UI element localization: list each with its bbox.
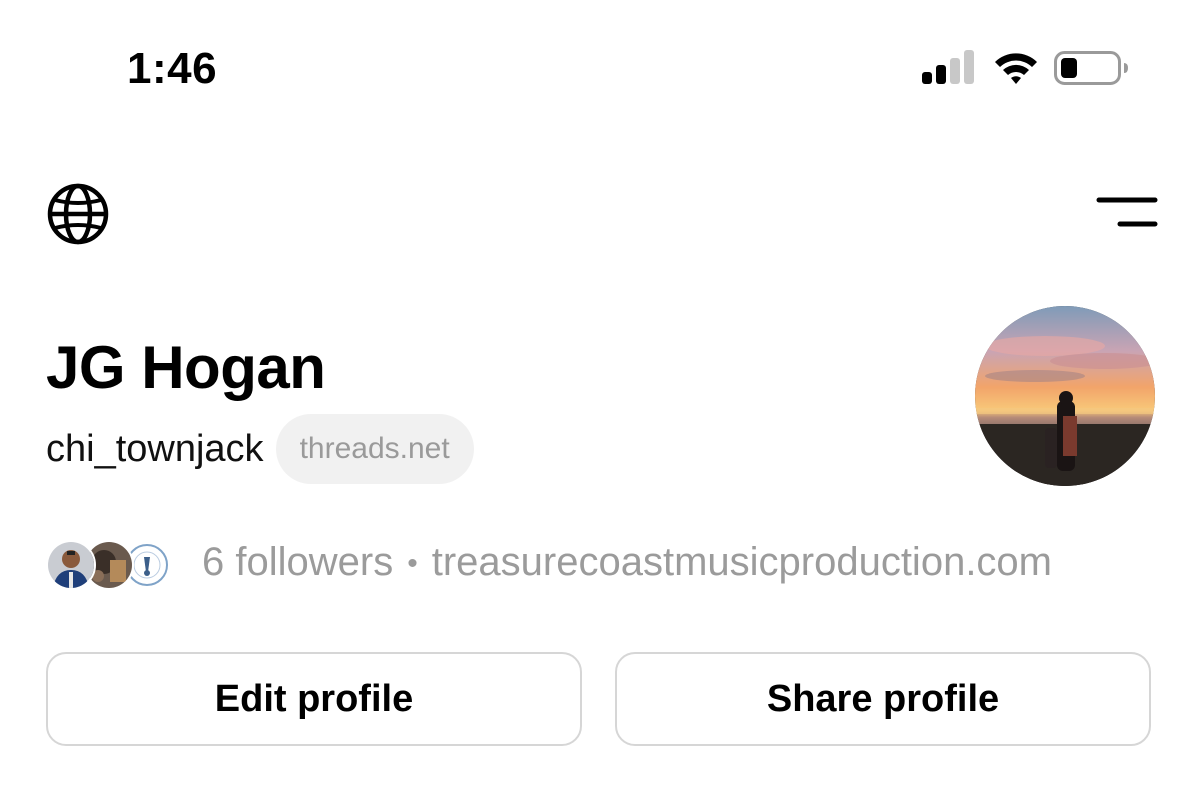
cellular-signal-icon <box>922 50 978 86</box>
share-profile-button[interactable]: Share profile <box>615 652 1151 746</box>
profile-handle-row: chi_townjack threads.net <box>46 414 474 484</box>
menu-icon[interactable] <box>1096 195 1158 229</box>
globe-icon[interactable] <box>46 182 110 246</box>
battery-icon <box>1054 50 1130 86</box>
profile-name: JG Hogan <box>46 334 326 401</box>
follower-avatars <box>46 535 174 591</box>
status-icons <box>922 48 1130 88</box>
followers-text: 6 followers • treasurecoastmusicproduction… <box>202 537 1052 589</box>
profile-screen: 1:46 JG Hogan chi_townjack threads.net 6… <box>0 0 1200 807</box>
wifi-icon <box>992 50 1040 86</box>
profile-avatar[interactable] <box>975 306 1155 486</box>
separator-dot: • <box>407 547 418 581</box>
status-time: 1:46 <box>127 44 218 93</box>
profile-handle: chi_townjack <box>46 428 264 470</box>
edit-profile-button[interactable]: Edit profile <box>46 652 582 746</box>
follower-avatar <box>46 540 96 590</box>
followers-row[interactable]: 6 followers • treasurecoastmusicproduction… <box>46 533 1052 593</box>
followers-count[interactable]: 6 followers <box>202 540 393 584</box>
website-link[interactable]: treasurecoastmusicproduction.com <box>432 540 1052 584</box>
domain-badge[interactable]: threads.net <box>275 414 474 484</box>
